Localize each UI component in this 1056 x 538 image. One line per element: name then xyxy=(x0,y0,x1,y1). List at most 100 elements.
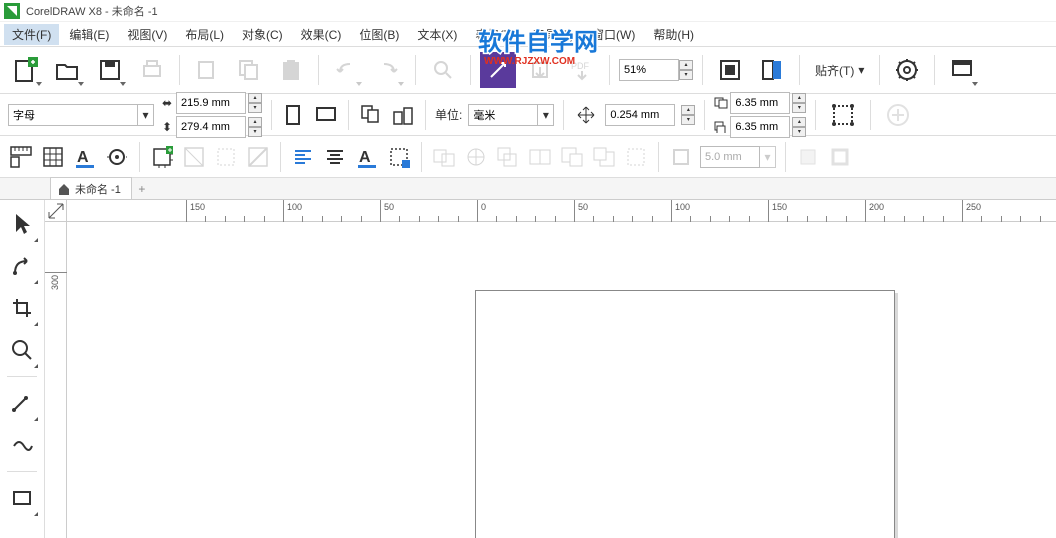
vertical-ruler[interactable]: 300 xyxy=(45,222,67,538)
pick-tool[interactable] xyxy=(4,204,40,244)
document-tabs: 未命名 -1 + xyxy=(0,178,1056,200)
menu-help[interactable]: 帮助(H) xyxy=(645,24,702,45)
horizontal-ruler[interactable]: 15010050050100150200250300 xyxy=(67,200,1056,222)
menu-table[interactable]: 表格(T) xyxy=(467,24,522,45)
treat-as-filled-button[interactable] xyxy=(825,97,861,133)
page-height-input[interactable] xyxy=(181,121,241,133)
trim-button[interactable] xyxy=(463,144,489,170)
search-button[interactable] xyxy=(425,52,461,88)
document-tab[interactable]: 未命名 -1 xyxy=(50,177,132,199)
save-button[interactable] xyxy=(92,52,128,88)
align-center-button[interactable] xyxy=(322,144,348,170)
shape-tool[interactable] xyxy=(4,246,40,286)
dup-y-icon xyxy=(714,120,728,134)
width-icon: ⬌ xyxy=(160,96,174,110)
fullscreen-button[interactable] xyxy=(712,52,748,88)
dup-x-input[interactable] xyxy=(735,97,785,109)
nudge-input[interactable] xyxy=(610,109,670,121)
bounding-box-button[interactable] xyxy=(386,144,412,170)
page-preset-combo[interactable]: ▾ xyxy=(8,104,154,126)
cut-button[interactable] xyxy=(189,52,225,88)
open-button[interactable] xyxy=(50,52,86,88)
export-button[interactable] xyxy=(522,52,558,88)
portrait-button[interactable] xyxy=(281,102,307,128)
align-left-button[interactable] xyxy=(290,144,316,170)
copy-button[interactable] xyxy=(231,52,267,88)
landscape-button[interactable] xyxy=(313,102,339,128)
secondary-toolbar: A A ▾ xyxy=(0,136,1056,178)
paste-button[interactable] xyxy=(273,52,309,88)
new-button[interactable] xyxy=(8,52,44,88)
crop-tool[interactable] xyxy=(4,288,40,328)
width-spinner[interactable]: ▴▾ xyxy=(248,93,262,113)
dup-y-input[interactable] xyxy=(735,121,785,133)
fill-color-button[interactable] xyxy=(795,144,821,170)
text-underline-button[interactable]: A xyxy=(72,144,98,170)
simplify-button[interactable] xyxy=(527,144,553,170)
add-page-button[interactable] xyxy=(880,97,916,133)
unit-label: 单位: xyxy=(435,106,462,123)
app-launcher-button[interactable] xyxy=(944,52,980,88)
menu-edit[interactable]: 编辑(E) xyxy=(61,24,117,45)
menu-text[interactable]: 文本(X) xyxy=(409,24,465,45)
zoom-combo[interactable]: ▴▾ xyxy=(619,59,693,81)
redo-button[interactable] xyxy=(370,52,406,88)
home-icon xyxy=(57,182,71,196)
page-canvas[interactable] xyxy=(475,290,895,538)
menu-tools[interactable]: 工具(O) xyxy=(525,24,582,45)
front-minus-back-button[interactable] xyxy=(559,144,585,170)
back-minus-front-button[interactable] xyxy=(591,144,617,170)
document-tab-label: 未命名 -1 xyxy=(75,181,121,197)
ruler-origin[interactable] xyxy=(45,200,67,222)
rectangle-tool[interactable] xyxy=(4,478,40,518)
height-icon: ⬍ xyxy=(160,120,174,134)
outline-color-button[interactable] xyxy=(827,144,853,170)
import-button[interactable] xyxy=(480,52,516,88)
snap-off-button[interactable] xyxy=(245,144,271,170)
ruler-button[interactable] xyxy=(8,144,34,170)
add-document-button[interactable]: + xyxy=(132,179,152,199)
menu-window[interactable]: 窗口(W) xyxy=(584,24,643,45)
page-width-input[interactable] xyxy=(181,97,241,109)
print-button[interactable] xyxy=(134,52,170,88)
menu-effect[interactable]: 效果(C) xyxy=(293,24,350,45)
text-a-button[interactable]: A xyxy=(354,144,380,170)
artistic-media-tool[interactable] xyxy=(4,425,40,465)
standard-toolbar: PDF ▴▾ 贴齐(T) ▾ xyxy=(0,46,1056,94)
grid-button[interactable] xyxy=(40,144,66,170)
outline-pen-button[interactable] xyxy=(668,144,694,170)
zoom-tool[interactable] xyxy=(4,330,40,370)
outline-width-combo[interactable]: ▾ xyxy=(700,146,776,168)
nudge-icon xyxy=(573,102,599,128)
guides-button[interactable] xyxy=(104,144,130,170)
svg-text:A: A xyxy=(359,149,371,166)
svg-text:A: A xyxy=(77,149,89,166)
current-page-button[interactable] xyxy=(390,102,416,128)
canvas-area[interactable]: 15010050050100150200250300 300 xyxy=(45,200,1056,538)
weld-button[interactable] xyxy=(431,144,457,170)
toolbox xyxy=(0,200,45,538)
snap-button[interactable]: 贴齐(T) ▾ xyxy=(809,52,870,88)
undo-button[interactable] xyxy=(328,52,364,88)
all-pages-button[interactable] xyxy=(358,102,384,128)
boundary-button[interactable] xyxy=(623,144,649,170)
menu-view[interactable]: 视图(V) xyxy=(119,24,175,45)
freehand-tool[interactable] xyxy=(4,383,40,423)
dynamic-guides-button[interactable] xyxy=(149,144,175,170)
publish-pdf-button[interactable]: PDF xyxy=(564,52,600,88)
nudge-spinner[interactable]: ▴▾ xyxy=(681,105,695,125)
dup-x-icon xyxy=(714,96,728,110)
height-spinner[interactable]: ▴▾ xyxy=(248,117,262,137)
svg-text:PDF: PDF xyxy=(571,61,590,71)
unit-combo[interactable]: ▾ xyxy=(468,104,554,126)
menu-layout[interactable]: 布局(L) xyxy=(177,24,232,45)
baseline-grid-button[interactable] xyxy=(213,144,239,170)
menu-bitmap[interactable]: 位图(B) xyxy=(351,24,407,45)
intersect-button[interactable] xyxy=(495,144,521,170)
align-guides-button[interactable] xyxy=(181,144,207,170)
options-button[interactable] xyxy=(889,52,925,88)
show-rulers-button[interactable] xyxy=(754,52,790,88)
menu-bar: 文件(F) 编辑(E) 视图(V) 布局(L) 对象(C) 效果(C) 位图(B… xyxy=(0,22,1056,46)
menu-object[interactable]: 对象(C) xyxy=(234,24,291,45)
menu-file[interactable]: 文件(F) xyxy=(4,24,59,45)
